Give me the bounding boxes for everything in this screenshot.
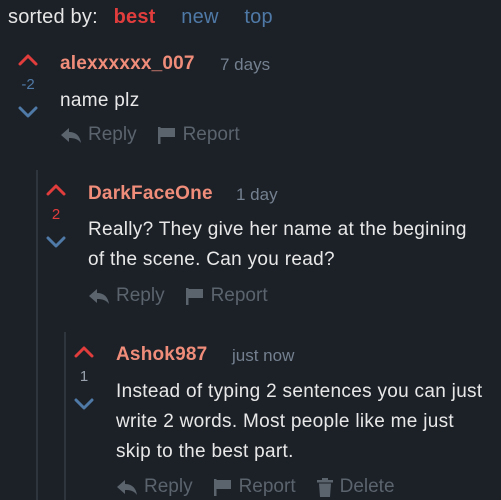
comment-actions: Reply Report bbox=[60, 124, 240, 146]
comment-actions: Reply Report bbox=[88, 285, 268, 307]
reply-icon bbox=[60, 126, 82, 144]
reply-icon bbox=[116, 478, 138, 496]
delete-button[interactable]: Delete bbox=[316, 476, 395, 498]
delete-label: Delete bbox=[339, 476, 395, 497]
flag-icon bbox=[185, 287, 205, 305]
comment-text: Instead of typing 2 sentences you can ju… bbox=[116, 381, 483, 462]
downvote-icon[interactable] bbox=[17, 106, 39, 120]
reply-label: Reply bbox=[144, 476, 193, 497]
report-button[interactable]: Report bbox=[185, 285, 268, 307]
sort-option-best[interactable]: best bbox=[114, 6, 156, 28]
upvote-icon[interactable] bbox=[17, 52, 39, 66]
reply-label: Reply bbox=[88, 124, 137, 145]
downvote-icon[interactable] bbox=[73, 398, 95, 412]
comment-text: name plz bbox=[60, 90, 140, 111]
vote-score: -2 bbox=[21, 76, 35, 93]
reply-button[interactable]: Reply bbox=[60, 124, 137, 146]
downvote-icon[interactable] bbox=[45, 236, 67, 250]
comment-author[interactable]: Ashok987 bbox=[116, 344, 207, 366]
reply-label: Reply bbox=[116, 285, 165, 306]
upvote-icon[interactable] bbox=[45, 182, 67, 196]
comment-author[interactable]: DarkFaceOne bbox=[88, 183, 213, 205]
flag-icon bbox=[157, 126, 177, 144]
sort-bar: sorted by: best new top bbox=[8, 6, 273, 29]
sort-option-new[interactable]: new bbox=[181, 6, 218, 28]
report-button[interactable]: Report bbox=[213, 476, 296, 498]
flag-icon bbox=[213, 478, 233, 496]
reply-button[interactable]: Reply bbox=[116, 476, 193, 498]
upvote-icon[interactable] bbox=[73, 344, 95, 358]
comment-time: just now bbox=[232, 346, 295, 365]
vote-score: 1 bbox=[79, 368, 89, 385]
comment-actions: Reply Report Delete bbox=[116, 476, 395, 498]
vote-score: 2 bbox=[51, 206, 61, 223]
comment-time: 1 day bbox=[236, 185, 278, 204]
report-label: Report bbox=[182, 124, 240, 145]
sort-label: sorted by: bbox=[8, 6, 98, 28]
report-button[interactable]: Report bbox=[157, 124, 240, 146]
report-label: Report bbox=[238, 476, 296, 497]
reply-button[interactable]: Reply bbox=[88, 285, 165, 307]
thread-line bbox=[36, 170, 38, 500]
thread-line bbox=[64, 332, 66, 500]
comment-text: Really? They give her name at the begini… bbox=[88, 219, 467, 270]
reply-icon bbox=[88, 287, 110, 305]
trash-icon bbox=[316, 477, 334, 497]
comment-time: 7 days bbox=[220, 55, 271, 74]
comment-author[interactable]: alexxxxxx_007 bbox=[60, 53, 195, 75]
report-label: Report bbox=[210, 285, 268, 306]
sort-option-top[interactable]: top bbox=[244, 6, 272, 28]
